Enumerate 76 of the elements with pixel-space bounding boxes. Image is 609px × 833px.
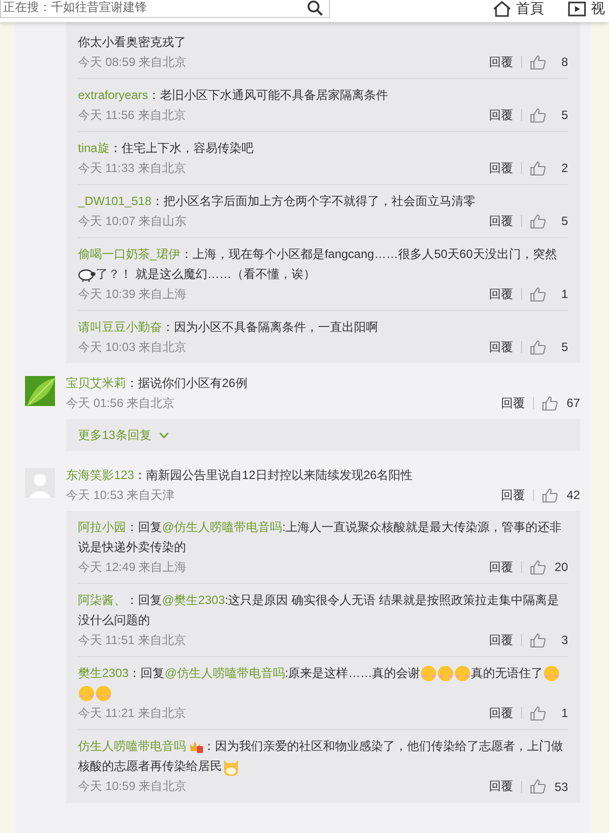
comment-time: 今天 10:53 来自天津	[66, 486, 175, 504]
nav-link[interactable]: 视	[568, 0, 605, 18]
home-icon	[493, 1, 511, 17]
reply-link[interactable]: 回覆	[489, 54, 513, 70]
like-icon[interactable]	[530, 632, 546, 648]
like-count: 1	[560, 706, 568, 720]
like-icon[interactable]	[530, 160, 546, 176]
reply-link[interactable]: 回覆	[501, 486, 525, 504]
like-icon[interactable]	[530, 706, 546, 720]
like-count: 5	[560, 214, 568, 228]
comment-time: 今天 01:56 来自北京	[66, 394, 175, 412]
search-icon	[307, 0, 323, 16]
reply-time: 今天 11:51 来自北京	[78, 632, 186, 648]
reply-link[interactable]: 回覆	[489, 212, 513, 230]
comment-text: 东海笑影123：南新园公告里说自12日封控以来陆续发现26名阳性	[66, 467, 414, 484]
reply-text: _DW101_518：把小区名字后面加上方仓两个字不就得了，社会面立马清零	[78, 193, 476, 210]
emoji-icon	[454, 665, 472, 682]
reply-link[interactable]: 回覆	[489, 338, 513, 356]
like-icon[interactable]	[530, 286, 546, 302]
like-count: 8	[560, 55, 568, 69]
reply-link[interactable]: 回覆	[501, 394, 525, 412]
reply-text: extraforyears：老旧小区下水通风可能不具备居家隔离条件	[78, 87, 390, 104]
emoji-icon	[437, 665, 454, 682]
reply-text: 请叫豆豆小勤奋：因为小区不具备隔离条件，一直出阳啊	[78, 319, 379, 336]
like-icon[interactable]	[530, 54, 546, 70]
reply-text: 仿生人唠嗑带电音吗 ：因为我们亲爱的社区和物业感染了，他们传染给了志愿者，上门做核酸的志愿者再传染给居民	[78, 736, 568, 777]
emoji-icon	[78, 685, 95, 702]
like-icon[interactable]	[542, 488, 558, 502]
like-icon[interactable]	[530, 340, 546, 354]
like-count: 5	[560, 340, 568, 354]
reply-text: 阿拉小园：回复@仿生人唠嗑带电音吗:上海人一直说聚众核酸就是最大传染源，管事的还非说是快递外卖传染的	[78, 519, 563, 556]
reply-time: 今天 10:03 来自北京	[78, 338, 187, 356]
sheep-icon	[78, 268, 96, 282]
like-icon[interactable]	[542, 396, 558, 410]
reply-link[interactable]: 回覆	[489, 704, 513, 722]
like-count: 42	[566, 488, 580, 502]
reply-time: 今天 08:59 来自北京	[78, 54, 187, 70]
reply-link[interactable]: 回覆	[489, 558, 513, 576]
reply-time: 今天 10:59 来自北京	[78, 778, 187, 796]
reply-link[interactable]: 回覆	[489, 778, 513, 796]
chevron-down-icon	[159, 432, 170, 438]
reply-time: 今天 11:21 来自北京	[78, 704, 186, 722]
author-link[interactable]: 宝贝艾米莉	[66, 376, 126, 390]
reply-text: 樊生2303：回复@仿生人唠嗑带电音吗:原来是这样……真的会谢 真的无语住了	[78, 663, 568, 703]
like-count: 20	[554, 560, 568, 574]
author-link[interactable]: 东海笑影123	[66, 468, 134, 482]
like-icon[interactable]	[530, 108, 546, 122]
emoji-icon	[543, 665, 560, 682]
video-icon	[568, 1, 586, 17]
like-icon[interactable]	[530, 560, 546, 574]
reply-text: tina旋：住宅上下水，容易传染吧	[78, 140, 254, 157]
like-count: 5	[560, 108, 568, 122]
like-count: 3	[560, 633, 568, 647]
reply-time: 今天 11:33 来自北京	[78, 160, 186, 176]
reply-link[interactable]: 回覆	[489, 286, 513, 302]
reply-text: 你太小看奥密克戎了	[78, 34, 187, 51]
reply-link[interactable]: 回覆	[489, 632, 513, 648]
like-count: 2	[560, 161, 568, 175]
like-count: 67	[566, 396, 580, 410]
reply-link[interactable]: 回覆	[489, 106, 513, 124]
reply-time: 今天 10:39 来自上海	[78, 286, 187, 302]
like-count: 1	[560, 287, 568, 301]
reply-link[interactable]: 回覆	[489, 160, 513, 176]
reply-text: 偷喝一口奶茶_珺伊：上海，现在每个小区都是fangcang……很多人50天60天没出门，突然 了？！ 就是这么魔幻……（看不懂，诶）	[78, 246, 558, 284]
comment-text: 宝贝艾米莉：据说你们小区有26例	[66, 375, 248, 392]
search-field[interactable]: 正在搜：千如往昔宣谢建锋	[0, 0, 330, 18]
like-count: 53	[554, 780, 568, 794]
like-icon[interactable]	[530, 214, 546, 228]
reply-time: 今天 10:07 来自山东	[78, 212, 187, 230]
emoji-icon	[420, 665, 438, 682]
reply-time: 今天 11:56 来自北京	[78, 106, 186, 124]
emoji-icon	[95, 685, 112, 702]
nav-link[interactable]: 首頁	[493, 0, 544, 18]
reply-text: 阿柒酱、：回复@樊生2303:这只是原因 确实很令人无语 结果就是按照政策拉走集中隔离是没什么问题的	[78, 592, 560, 629]
reply-time: 今天 12:49 来自上海	[78, 558, 187, 576]
like-icon[interactable]	[530, 779, 546, 794]
